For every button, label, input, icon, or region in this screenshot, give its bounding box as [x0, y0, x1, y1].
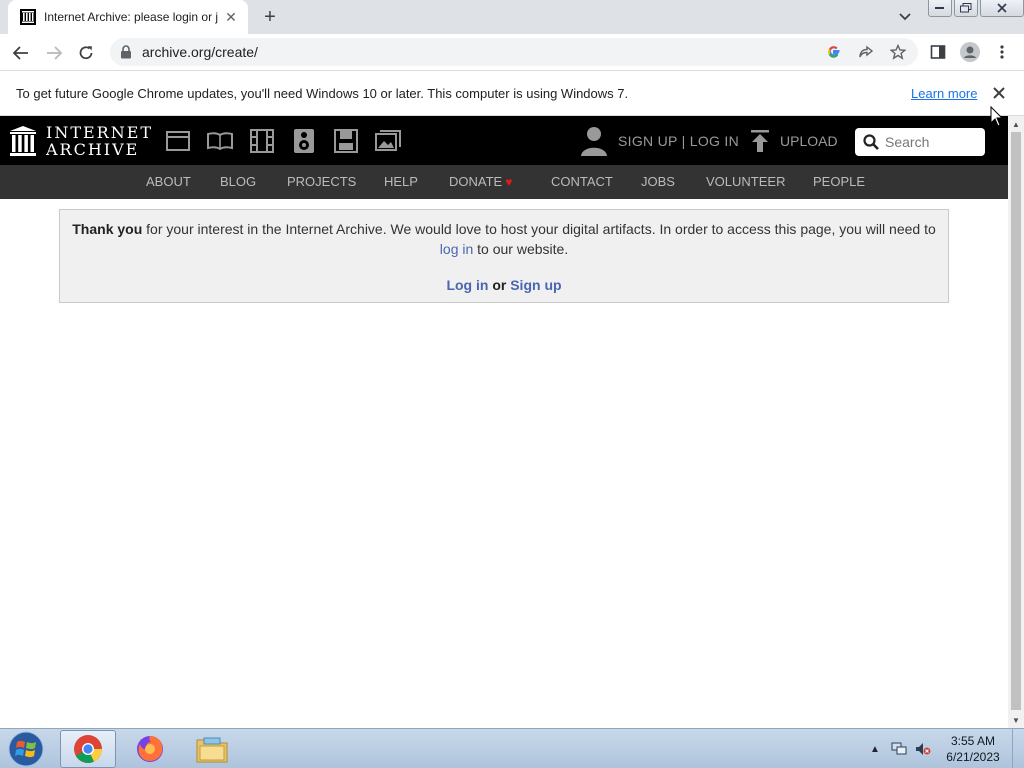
notice-actions: Log in or Sign up: [60, 277, 948, 293]
ia-search-box[interactable]: [855, 128, 985, 156]
nav-volunteer[interactable]: VOLUNTEER: [706, 174, 785, 189]
nav-people[interactable]: PEOPLE: [813, 174, 865, 189]
chrome-icon: [74, 735, 102, 763]
window-controls: [928, 0, 1024, 18]
ia-logo[interactable]: INTERNET ARCHIVE: [9, 124, 153, 158]
signup-button[interactable]: Sign up: [510, 277, 561, 293]
firefox-icon: [137, 736, 163, 762]
taskbar-clock[interactable]: 3:55 AM 6/21/2023: [940, 733, 1006, 765]
infobar-close-icon[interactable]: [990, 84, 1008, 102]
search-icon[interactable]: [863, 134, 879, 150]
minimize-button[interactable]: [928, 0, 952, 17]
page-scrollbar[interactable]: ▲ ▼: [1008, 116, 1024, 728]
notice-message: Thank you for your interest in the Inter…: [60, 219, 948, 259]
or-text: or: [488, 277, 511, 293]
update-infobar: To get future Google Chrome updates, you…: [0, 71, 1024, 116]
notice-login-link[interactable]: log in: [440, 241, 473, 257]
reload-icon[interactable]: [73, 40, 99, 66]
ia-top-nav: INTERNET ARCHIVE SIGN UP | LOG IN UPLOAD…: [0, 116, 1008, 165]
tab-close-icon[interactable]: ✕: [222, 8, 240, 26]
donate-heart-icon: ♥: [505, 175, 513, 189]
audio-icon[interactable]: [291, 128, 317, 154]
scrollbar-thumb[interactable]: [1011, 132, 1021, 710]
images-icon[interactable]: [375, 128, 401, 154]
search-input[interactable]: [885, 134, 981, 150]
profile-avatar-icon[interactable]: [958, 40, 982, 64]
share-icon[interactable]: [854, 40, 878, 64]
scroll-down-arrow-icon[interactable]: ▼: [1008, 713, 1024, 727]
clock-time: 3:55 AM: [950, 734, 996, 748]
video-icon[interactable]: [249, 128, 275, 154]
windows-orb-icon: [8, 731, 44, 767]
login-required-notice: Thank you for your interest in the Inter…: [59, 209, 949, 303]
volume-muted-icon[interactable]: [914, 740, 932, 758]
side-panel-icon[interactable]: [926, 40, 950, 64]
ia-sub-nav: ABOUT BLOG PROJECTS HELP DONATE ♥ CONTACT…: [0, 165, 1008, 199]
google-lens-icon[interactable]: [822, 40, 846, 64]
internet-archive-favicon-icon: [20, 9, 36, 25]
window-close-button[interactable]: [980, 0, 1024, 17]
nav-contact[interactable]: CONTACT: [551, 174, 613, 189]
infobar-message: To get future Google Chrome updates, you…: [16, 86, 629, 101]
signup-login-link[interactable]: SIGN UP | LOG IN: [618, 133, 739, 149]
taskbar-file-explorer[interactable]: [184, 730, 240, 768]
ia-logo-line1: INTERNET: [46, 123, 154, 142]
system-tray: ▲: [866, 735, 938, 763]
chrome-menu-icon[interactable]: [990, 40, 1014, 64]
restore-button[interactable]: [954, 0, 978, 17]
software-icon[interactable]: [333, 128, 359, 154]
windows-taskbar: ▲ 3:55 AM 6/21/2023: [0, 728, 1024, 768]
browser-tab[interactable]: Internet Archive: please login or j ✕: [8, 0, 248, 34]
nav-blog[interactable]: BLOG: [220, 174, 256, 189]
taskbar-firefox[interactable]: [122, 730, 178, 768]
user-avatar-icon[interactable]: [580, 125, 608, 157]
texts-icon[interactable]: [207, 128, 233, 154]
ia-logo-wordmark: INTERNET ARCHIVE: [46, 124, 153, 158]
web-icon[interactable]: [165, 128, 191, 154]
login-button[interactable]: Log in: [446, 277, 488, 293]
upload-link[interactable]: UPLOAD: [780, 133, 838, 149]
mouse-cursor-icon: [990, 106, 1004, 127]
learn-more-link[interactable]: Learn more: [911, 86, 977, 101]
tab-title: Internet Archive: please login or j: [44, 10, 219, 24]
nav-donate[interactable]: DONATE ♥: [449, 174, 512, 189]
ia-logo-line2: ARCHIVE: [46, 140, 140, 159]
browser-toolbar: archive.org/create/: [0, 34, 1024, 71]
tab-strip: Internet Archive: please login or j ✕ +: [0, 0, 1024, 34]
nav-jobs[interactable]: JOBS: [641, 174, 675, 189]
ia-temple-logo-icon: [10, 126, 36, 156]
upload-arrow-icon[interactable]: [750, 130, 770, 152]
nav-donate-label: DONATE: [449, 174, 503, 189]
tab-search-chevron-icon[interactable]: [895, 8, 915, 26]
network-icon[interactable]: [890, 740, 908, 758]
bookmark-star-icon[interactable]: [886, 40, 910, 64]
nav-help[interactable]: HELP: [384, 174, 418, 189]
file-explorer-icon: [196, 737, 228, 763]
nav-about[interactable]: ABOUT: [146, 174, 191, 189]
new-tab-button[interactable]: +: [258, 6, 282, 28]
show-hidden-icons-arrow-icon[interactable]: ▲: [866, 740, 884, 758]
start-button[interactable]: [6, 730, 46, 768]
notice-bold-intro: Thank you: [72, 221, 143, 237]
notice-text-part1: for your interest in the Internet Archiv…: [142, 221, 936, 237]
notice-text-part2: to our website.: [473, 241, 569, 257]
taskbar-chrome[interactable]: [60, 730, 116, 768]
nav-projects[interactable]: PROJECTS: [287, 174, 356, 189]
url-text: archive.org/create/: [142, 44, 258, 60]
scroll-up-arrow-icon[interactable]: ▲: [1008, 117, 1024, 131]
show-desktop-button[interactable]: [1012, 729, 1024, 768]
screen: Internet Archive: please login or j ✕ +: [0, 0, 1024, 768]
page-viewport: INTERNET ARCHIVE SIGN UP | LOG IN UPLOAD…: [0, 116, 1008, 728]
back-arrow-icon[interactable]: [8, 40, 34, 66]
forward-arrow-icon[interactable]: [41, 40, 67, 66]
clock-date: 6/21/2023: [946, 750, 1000, 764]
address-bar[interactable]: archive.org/create/: [110, 38, 918, 66]
lock-icon[interactable]: [120, 45, 132, 59]
